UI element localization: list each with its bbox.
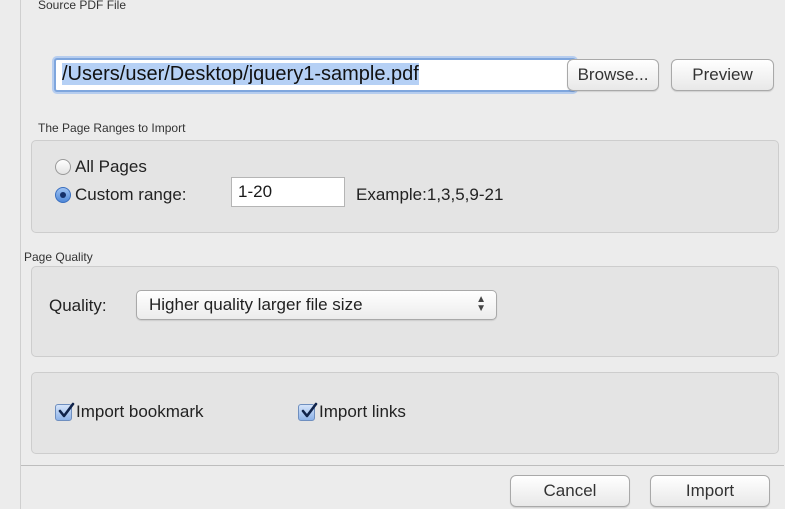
quality-select[interactable]: Higher quality larger file size ▲ ▼ bbox=[136, 290, 497, 320]
quality-selected-value: Higher quality larger file size bbox=[149, 295, 363, 314]
range-example-text: Example:1,3,5,9-21 bbox=[356, 185, 504, 204]
checkmark-icon bbox=[301, 402, 318, 417]
cancel-button[interactable]: Cancel bbox=[510, 475, 630, 507]
custom-range-option[interactable]: Custom range: bbox=[55, 185, 187, 205]
checkmark-icon bbox=[58, 402, 75, 417]
all-pages-radio[interactable] bbox=[55, 159, 71, 175]
quality-section-title: Page Quality bbox=[24, 250, 93, 264]
source-section-title: Source PDF File bbox=[38, 0, 127, 12]
ranges-section-title: The Page Ranges to Import bbox=[38, 121, 186, 135]
footer-divider bbox=[21, 465, 784, 466]
import-links-checkbox[interactable] bbox=[298, 402, 318, 421]
quality-label: Quality: bbox=[49, 296, 107, 315]
all-pages-label: All Pages bbox=[75, 157, 147, 176]
browse-button[interactable]: Browse... bbox=[567, 59, 659, 91]
custom-range-input[interactable]: 1-20 bbox=[231, 177, 345, 207]
import-links-option[interactable]: Import links bbox=[298, 402, 406, 422]
source-path-value: /Users/user/Desktop/jquery1-sample.pdf bbox=[62, 63, 419, 85]
preview-button[interactable]: Preview bbox=[671, 59, 774, 91]
select-arrows-icon: ▲ ▼ bbox=[476, 294, 486, 314]
custom-range-label: Custom range: bbox=[75, 185, 187, 204]
import-bookmark-label: Import bookmark bbox=[76, 402, 204, 421]
source-path-input[interactable]: /Users/user/Desktop/jquery1-sample.pdf bbox=[54, 58, 576, 92]
import-bookmark-option[interactable]: Import bookmark bbox=[55, 402, 204, 422]
import-bookmark-checkbox[interactable] bbox=[55, 402, 75, 421]
import-links-label: Import links bbox=[319, 402, 406, 421]
import-pdf-dialog: Source PDF File /Users/user/Desktop/jque… bbox=[20, 0, 784, 509]
import-button[interactable]: Import bbox=[650, 475, 770, 507]
custom-range-radio[interactable] bbox=[55, 187, 71, 203]
all-pages-option[interactable]: All Pages bbox=[55, 157, 147, 177]
